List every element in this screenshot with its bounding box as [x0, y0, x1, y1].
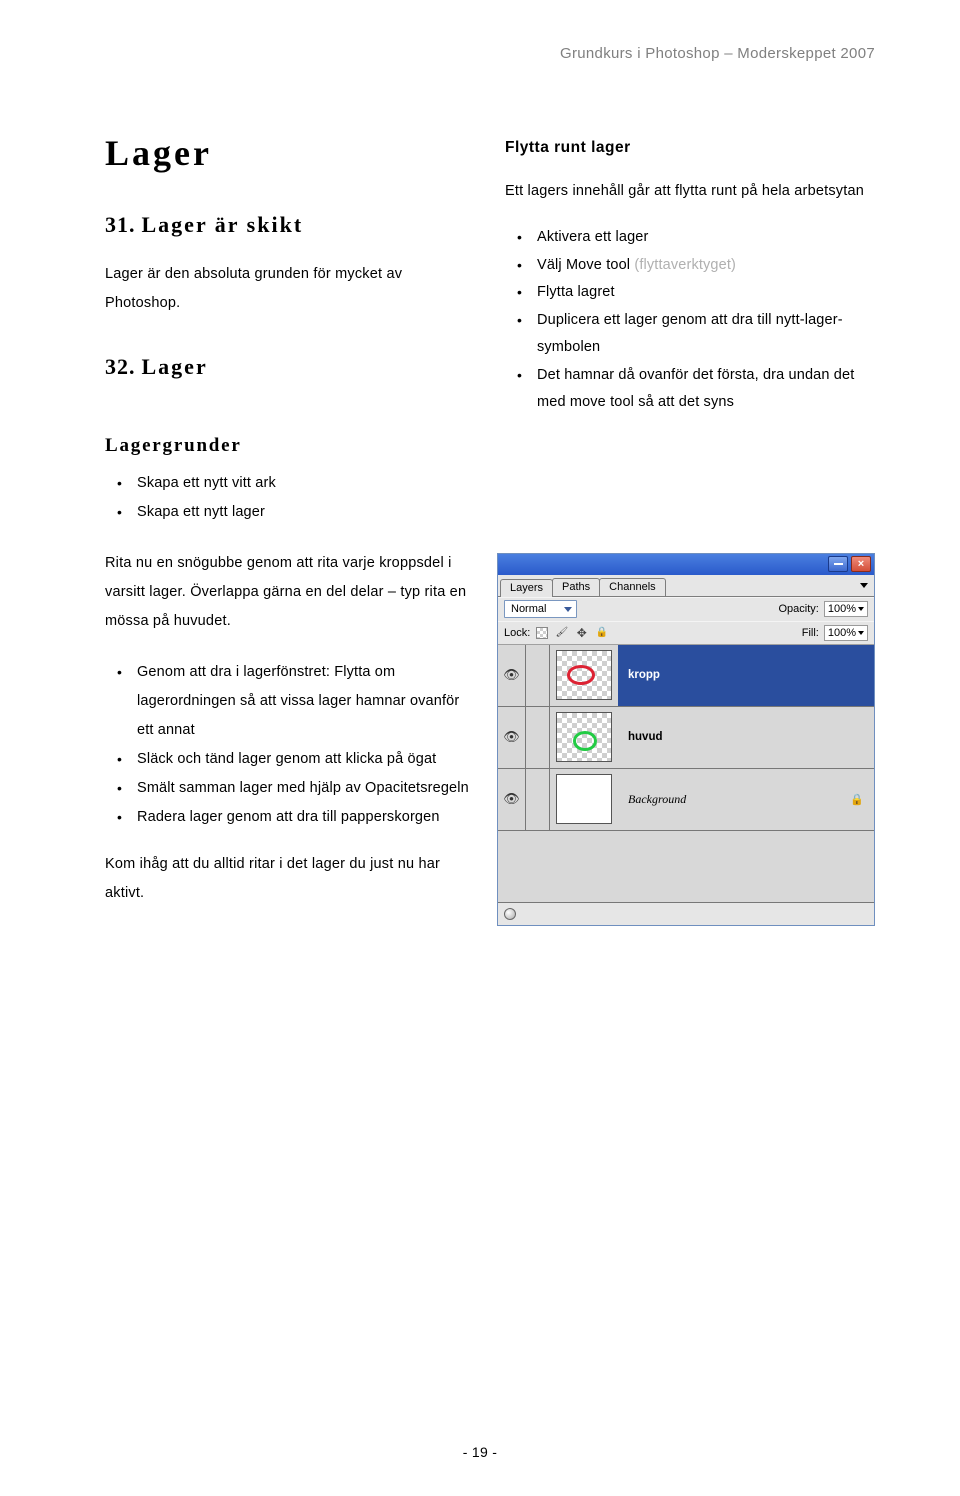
- lock-position-icon[interactable]: [575, 626, 588, 639]
- snogubbe-paragraph: Rita nu en snögubbe genom att rita varje…: [105, 549, 475, 636]
- left-column: Lager 31. Lager är skikt Lager är den ab…: [105, 132, 475, 417]
- link-column[interactable]: [526, 769, 550, 830]
- flytta-paragraph: Ett lagers innehåll går att flytta runt …: [505, 177, 875, 206]
- layer-thumbnail: [556, 774, 612, 824]
- bullet-grey-text: (flyttaverktyget): [634, 257, 736, 273]
- blend-opacity-row: Normal Opacity: 100%: [498, 597, 874, 621]
- lock-fill-row: Lock: Fill: 100%: [498, 621, 874, 645]
- layer-row-background[interactable]: 👁 Background 🔒: [498, 769, 874, 831]
- link-column[interactable]: [526, 707, 550, 768]
- section-31-title: Lager är skikt: [142, 212, 304, 238]
- panel-menu-icon[interactable]: [860, 583, 868, 588]
- bullet-item: Skapa ett nytt vitt ark: [105, 469, 875, 498]
- bullet-item: Aktivera ett lager: [505, 224, 875, 252]
- bullet-item: Radera lager genom att dra till pappersk…: [105, 803, 475, 832]
- section-31-number: 31.: [105, 212, 136, 238]
- bullet-item: Duplicera ett lager genom att dra till n…: [505, 307, 875, 362]
- bullet-text: Välj Move tool: [537, 257, 634, 273]
- triangle-down-icon: [858, 607, 864, 611]
- layers-panel-screenshot: × Layers Paths Channels Normal: [497, 553, 875, 926]
- panel-footer: [498, 903, 874, 925]
- layer-thumbnail: [556, 712, 612, 762]
- kom-ihag-paragraph: Kom ihåg att du alltid ritar i det lager…: [105, 850, 475, 908]
- tab-paths[interactable]: Paths: [552, 578, 600, 596]
- bullet-item: Det hamnar då ovanför det första, dra un…: [505, 362, 875, 417]
- triangle-down-icon: [858, 631, 864, 635]
- eye-icon: 👁: [503, 667, 520, 683]
- lagergrunder-heading: Lagergrunder: [105, 435, 875, 457]
- chapter-heading: Lager: [105, 132, 475, 174]
- lock-icon-group: [535, 626, 608, 639]
- visibility-toggle[interactable]: 👁: [498, 645, 526, 706]
- fill-input[interactable]: 100%: [824, 625, 868, 641]
- panel-tabs: Layers Paths Channels: [498, 575, 874, 597]
- page-number-footer: - 19 -: [0, 1444, 960, 1460]
- layer-name-text: kropp: [628, 669, 660, 681]
- visibility-toggle[interactable]: 👁: [498, 707, 526, 768]
- bullet-item: Flytta lagret: [505, 279, 875, 307]
- section-32-number: 32.: [105, 354, 136, 380]
- lock-label: Lock:: [504, 627, 530, 639]
- eye-icon: 👁: [503, 791, 520, 807]
- panel-titlebar: ×: [498, 554, 874, 575]
- minimize-button[interactable]: [828, 556, 848, 572]
- lock-pixels-icon[interactable]: [555, 626, 568, 639]
- eye-icon: 👁: [503, 729, 520, 745]
- lower-left-column: Rita nu en snögubbe genom att rita varje…: [105, 549, 475, 926]
- section-31-paragraph: Lager är den absoluta grunden för mycket…: [105, 260, 475, 318]
- empty-layers-area: [498, 831, 874, 903]
- visibility-toggle[interactable]: 👁: [498, 769, 526, 830]
- opacity-value: 100%: [828, 603, 856, 615]
- two-column-layout: Lager 31. Lager är skikt Lager är den ab…: [105, 132, 875, 417]
- layer-row-kropp[interactable]: 👁 kropp: [498, 645, 874, 707]
- layer-thumbnail: [556, 650, 612, 700]
- bullet-item: Skapa ett nytt lager: [105, 498, 875, 527]
- layer-name[interactable]: Background 🔒: [618, 769, 874, 830]
- blend-mode-value: Normal: [511, 603, 546, 615]
- opacity-input[interactable]: 100%: [824, 601, 868, 617]
- section-32-title: Lager: [142, 354, 208, 380]
- fx-icon[interactable]: [504, 908, 516, 920]
- bullet-item: Välj Move tool (flyttaverktyget): [505, 252, 875, 280]
- layer-name[interactable]: huvud: [618, 707, 874, 768]
- lower-two-column: Rita nu en snögubbe genom att rita varje…: [105, 549, 875, 926]
- tab-channels[interactable]: Channels: [599, 578, 665, 596]
- document-page: Grundkurs i Photoshop – Moderskeppet 200…: [0, 0, 960, 1496]
- flytta-heading: Flytta runt lager: [505, 132, 875, 163]
- tab-layers[interactable]: Layers: [500, 579, 553, 597]
- lower-right-column: × Layers Paths Channels Normal: [505, 549, 875, 926]
- fill-value: 100%: [828, 627, 856, 639]
- layer-row-huvud[interactable]: 👁 huvud: [498, 707, 874, 769]
- close-button[interactable]: ×: [851, 556, 871, 572]
- right-column: Flytta runt lager Ett lagers innehåll gå…: [505, 132, 875, 417]
- blend-mode-select[interactable]: Normal: [504, 600, 577, 618]
- instructions-list: Genom att dra i lagerfönstret: Flytta om…: [105, 658, 475, 832]
- layer-name-text: huvud: [628, 731, 663, 743]
- bullet-item: Smält samman lager med hjälp av Opacitet…: [105, 774, 475, 803]
- link-column[interactable]: [526, 645, 550, 706]
- bullet-item: Genom att dra i lagerfönstret: Flytta om…: [105, 658, 475, 745]
- flytta-bullet-list: Aktivera ett lager Välj Move tool (flytt…: [505, 224, 875, 417]
- layer-name[interactable]: kropp: [618, 645, 874, 706]
- layer-name-text: Background: [628, 792, 686, 807]
- layers-panel: × Layers Paths Channels Normal: [497, 553, 875, 926]
- chevron-down-icon: [564, 607, 572, 612]
- opacity-label: Opacity:: [779, 603, 819, 615]
- fill-label: Fill:: [802, 627, 819, 639]
- red-ring-icon: [567, 665, 595, 685]
- green-ring-icon: [573, 731, 597, 751]
- lock-transparency-icon[interactable]: [535, 626, 548, 639]
- lock-all-icon[interactable]: [595, 626, 608, 639]
- bullet-item: Släck och tänd lager genom att klicka på…: [105, 745, 475, 774]
- lock-icon: 🔒: [850, 793, 864, 806]
- page-header: Grundkurs i Photoshop – Moderskeppet 200…: [105, 45, 875, 62]
- layers-list: 👁 kropp 👁 huvud 👁: [498, 645, 874, 903]
- lagergrunder-list: Skapa ett nytt vitt ark Skapa ett nytt l…: [105, 469, 875, 527]
